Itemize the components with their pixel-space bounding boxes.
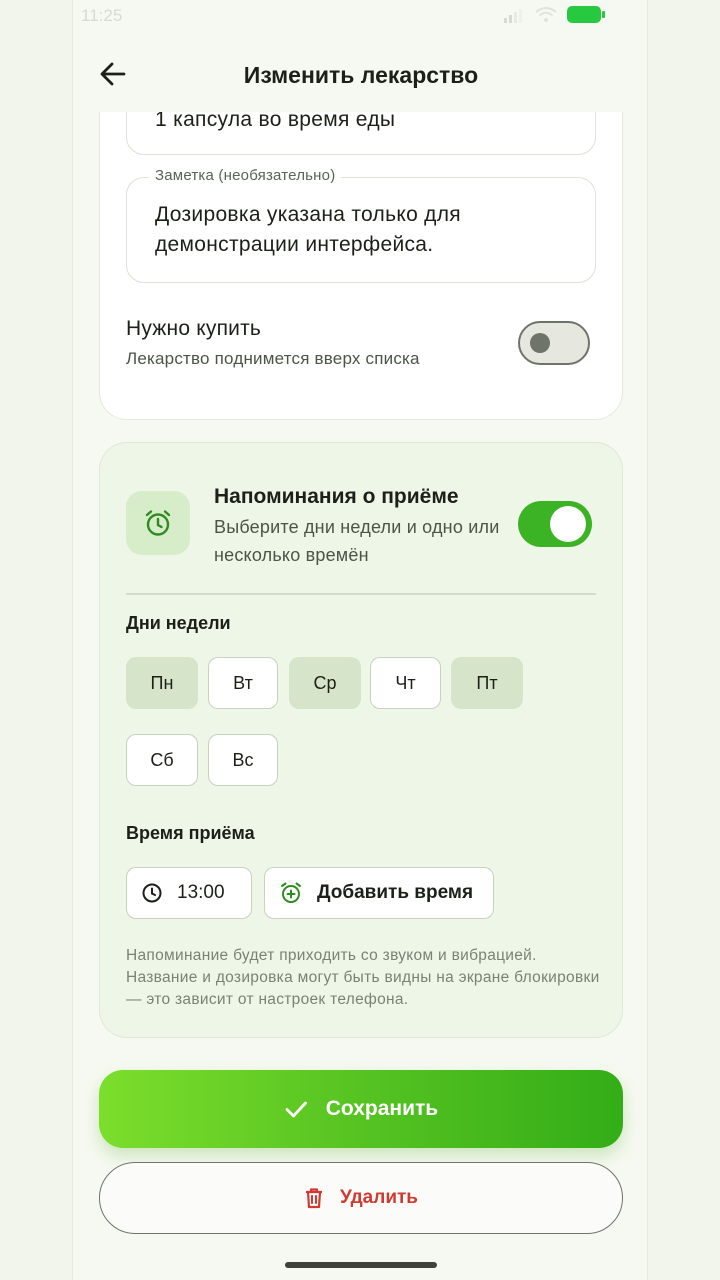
need-to-buy-subtitle: Лекарство поднимется вверх списка — [126, 349, 420, 368]
day-chip-thu[interactable]: Чт — [370, 657, 441, 709]
add-time-label: Добавить время — [317, 882, 474, 903]
battery-icon — [567, 6, 605, 23]
medication-details-card: 1 капсула во время еды Заметка (необязат… — [99, 112, 623, 420]
status-icons — [503, 6, 605, 23]
days-label: Дни недели — [126, 613, 231, 633]
note-field[interactable]: Заметка (необязательно) Дозировка указан… — [126, 167, 596, 283]
reminder-hint: Напоминание будет приходить со звуком и … — [126, 947, 600, 1008]
home-indicator[interactable] — [285, 1262, 437, 1268]
scroll-content[interactable]: 1 капсула во время еды Заметка (необязат… — [73, 112, 647, 1280]
status-time: 11:25 — [81, 6, 123, 25]
trash-icon — [306, 1188, 322, 1209]
clock-icon — [142, 883, 162, 903]
toggle-knob — [550, 506, 586, 542]
note-value: Дозировка указана только для демонстраци… — [155, 203, 461, 256]
day-chip-fri[interactable]: Пт — [451, 657, 523, 709]
save-label: Сохранить — [325, 1097, 439, 1120]
day-chip-sun[interactable]: Вс — [208, 734, 278, 786]
alarm-clock-icon — [145, 510, 171, 536]
delete-button[interactable]: Удалить — [99, 1162, 623, 1234]
need-to-buy-toggle[interactable] — [518, 321, 590, 365]
dose-value: 1 капсула во время еды — [155, 112, 396, 131]
save-button[interactable]: Сохранить — [99, 1070, 623, 1148]
check-icon — [285, 1101, 307, 1118]
add-alarm-icon — [281, 882, 301, 903]
time-chip[interactable]: 13:00 — [126, 867, 252, 919]
signal-icon — [504, 8, 522, 23]
delete-label: Удалить — [340, 1187, 418, 1208]
add-time-button[interactable]: Добавить время — [264, 867, 494, 919]
dose-field[interactable]: 1 капсула во время еды — [126, 112, 596, 155]
arrow-left-icon — [100, 62, 126, 86]
note-label: Заметка (необязательно) — [149, 167, 342, 184]
wifi-icon — [535, 6, 557, 22]
day-chip-wed[interactable]: Ср — [289, 657, 361, 709]
toggle-knob — [530, 333, 550, 353]
page-title: Изменить лекарство — [243, 61, 479, 88]
reminders-title: Напоминания о приёме — [214, 485, 459, 508]
reminders-card: Напоминания о приёме Выберите дни недели… — [99, 442, 623, 1038]
day-chip-sat[interactable]: Сб — [126, 734, 198, 786]
time-label: Время приёма — [126, 823, 255, 843]
time-value: 13:00 — [177, 882, 225, 903]
app-header: Изменить лекарство — [73, 40, 647, 110]
back-button[interactable] — [95, 56, 131, 92]
reminders-toggle[interactable] — [518, 501, 592, 547]
reminders-subtitle: Выберите дни недели и одно или несколько… — [214, 517, 500, 565]
divider — [126, 593, 596, 595]
status-bar: 11:25 — [73, 0, 647, 36]
day-chip-tue[interactable]: Вт — [208, 657, 278, 709]
alarm-icon-tile — [126, 491, 190, 555]
app-screen: 11:25 Изменить лекарство 1 капсула во вр… — [72, 0, 648, 1280]
day-chip-mon[interactable]: Пн — [126, 657, 198, 709]
need-to-buy-title: Нужно купить — [126, 317, 262, 340]
